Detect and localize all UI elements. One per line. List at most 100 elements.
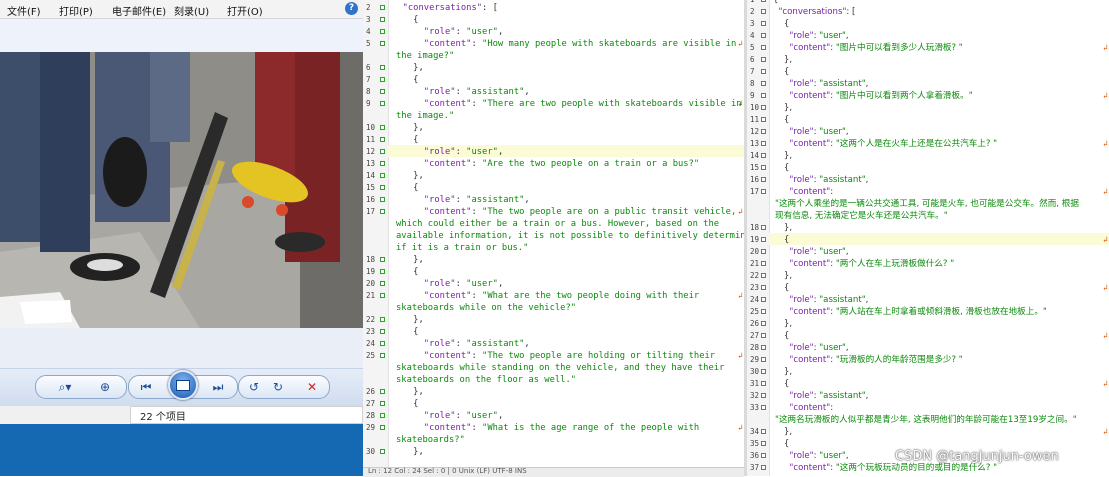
fold-marker[interactable] xyxy=(761,381,766,386)
fold-marker[interactable] xyxy=(380,269,385,274)
fold-marker[interactable] xyxy=(761,57,766,62)
fold-marker[interactable] xyxy=(761,33,766,38)
previous-icon[interactable]: ⏮ xyxy=(137,379,155,395)
fold-marker[interactable] xyxy=(761,21,766,26)
fold-marker[interactable] xyxy=(761,189,766,194)
fold-marker[interactable] xyxy=(761,465,766,470)
json-punct xyxy=(773,391,789,401)
fold-marker[interactable] xyxy=(761,165,766,170)
fold-marker[interactable] xyxy=(761,321,766,326)
fold-marker[interactable] xyxy=(380,353,385,358)
fold-marker[interactable] xyxy=(761,81,766,86)
fold-marker[interactable] xyxy=(380,401,385,406)
fold-marker[interactable] xyxy=(380,413,385,418)
fold-marker[interactable] xyxy=(761,345,766,350)
menu-email[interactable]: 电子邮件(E) xyxy=(112,3,166,18)
help-icon[interactable]: ? xyxy=(345,2,358,15)
fold-marker[interactable] xyxy=(761,0,766,2)
json-key: "role" xyxy=(789,79,814,89)
line-number: 36 xyxy=(750,451,760,460)
menu-file[interactable]: 文件(F) xyxy=(7,3,41,18)
json-punct: : xyxy=(471,351,483,361)
fold-marker[interactable] xyxy=(380,89,385,94)
fold-marker[interactable] xyxy=(380,77,385,82)
fold-marker[interactable] xyxy=(761,117,766,122)
code-line: }, xyxy=(773,150,792,162)
code-line: "content": xyxy=(773,402,833,414)
fold-marker[interactable] xyxy=(380,149,385,154)
menu-burn[interactable]: 刻录(U) xyxy=(174,3,209,18)
fold-marker[interactable] xyxy=(761,405,766,410)
fit-icon[interactable]: ⊕ xyxy=(96,379,114,395)
fold-marker[interactable] xyxy=(761,93,766,98)
fold-marker[interactable] xyxy=(380,209,385,214)
fold-marker[interactable] xyxy=(761,393,766,398)
line-number: 17 xyxy=(750,187,760,196)
next-icon[interactable]: ⏭ xyxy=(209,379,227,395)
fold-marker[interactable] xyxy=(761,261,766,266)
fold-marker[interactable] xyxy=(761,129,766,134)
fold-marker[interactable] xyxy=(761,69,766,74)
fold-marker[interactable] xyxy=(761,357,766,362)
fold-marker[interactable] xyxy=(761,429,766,434)
rotate-ccw-icon[interactable]: ↺ xyxy=(245,379,263,395)
fold-marker[interactable] xyxy=(380,329,385,334)
fold-marker[interactable] xyxy=(761,453,766,458)
fold-marker[interactable] xyxy=(761,153,766,158)
fold-marker[interactable] xyxy=(380,137,385,142)
fold-marker[interactable] xyxy=(761,369,766,374)
fold-marker[interactable] xyxy=(761,249,766,254)
fold-marker[interactable] xyxy=(380,185,385,190)
fold-marker[interactable] xyxy=(380,161,385,166)
code-line: "content": "图片中可以看到两个人拿着滑板。" xyxy=(773,90,972,102)
fold-marker[interactable] xyxy=(761,297,766,302)
code-line: "role": "assistant", xyxy=(773,390,868,402)
fold-marker[interactable] xyxy=(380,317,385,322)
fold-marker[interactable] xyxy=(761,237,766,242)
menu-open[interactable]: 打开(O) xyxy=(227,3,263,18)
fold-marker[interactable] xyxy=(380,65,385,70)
fold-marker[interactable] xyxy=(380,389,385,394)
fold-marker[interactable] xyxy=(761,141,766,146)
fold-marker[interactable] xyxy=(380,197,385,202)
fold-marker[interactable] xyxy=(761,309,766,314)
zoom-icon[interactable]: ⌕▾ xyxy=(52,379,78,395)
fold-marker[interactable] xyxy=(380,17,385,22)
fold-marker[interactable] xyxy=(761,285,766,290)
code-line: { xyxy=(773,234,789,246)
fold-marker[interactable] xyxy=(761,177,766,182)
fold-marker[interactable] xyxy=(380,41,385,46)
fold-marker[interactable] xyxy=(380,29,385,34)
menu-print[interactable]: 打印(P) xyxy=(59,3,93,18)
fold-marker[interactable] xyxy=(380,5,385,10)
fold-marker[interactable] xyxy=(761,333,766,338)
fold-marker[interactable] xyxy=(380,293,385,298)
slideshow-icon[interactable] xyxy=(168,370,198,400)
fold-marker[interactable] xyxy=(761,9,766,14)
fold-marker[interactable] xyxy=(761,225,766,230)
json-punct xyxy=(392,279,424,289)
json-punct: { xyxy=(773,0,779,5)
left-editor-pane[interactable]: 2 "conversations": [3 {4 "role": "user",… xyxy=(363,0,744,476)
line-number: 18 xyxy=(366,255,376,264)
fold-marker[interactable] xyxy=(380,173,385,178)
fold-marker[interactable] xyxy=(380,449,385,454)
fold-marker[interactable] xyxy=(380,425,385,430)
fold-marker[interactable] xyxy=(761,273,766,278)
watermark: CSDN @tangjunjun-owen xyxy=(895,449,1059,464)
delete-icon[interactable]: ✕ xyxy=(303,379,321,395)
fold-marker[interactable] xyxy=(761,105,766,110)
json-punct: { xyxy=(392,135,419,145)
fold-marker[interactable] xyxy=(761,441,766,446)
fold-marker[interactable] xyxy=(380,101,385,106)
json-punct: , xyxy=(524,195,530,205)
fold-marker[interactable] xyxy=(380,281,385,286)
fold-marker[interactable] xyxy=(761,45,766,50)
line-number: 22 xyxy=(750,271,760,280)
fold-marker[interactable] xyxy=(380,257,385,262)
fold-marker[interactable] xyxy=(380,125,385,130)
fold-marker[interactable] xyxy=(380,341,385,346)
rotate-cw-icon[interactable]: ↻ xyxy=(269,379,287,395)
right-editor-pane[interactable]: 1 {2 "conversations": [3 {4 "role": "user… xyxy=(747,0,1109,476)
json-punct xyxy=(773,295,789,305)
